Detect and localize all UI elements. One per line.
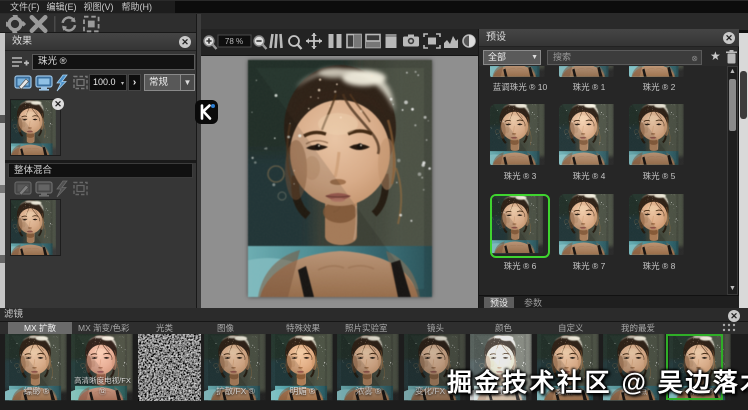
svg-text:78 %: 78 % [225,37,243,46]
